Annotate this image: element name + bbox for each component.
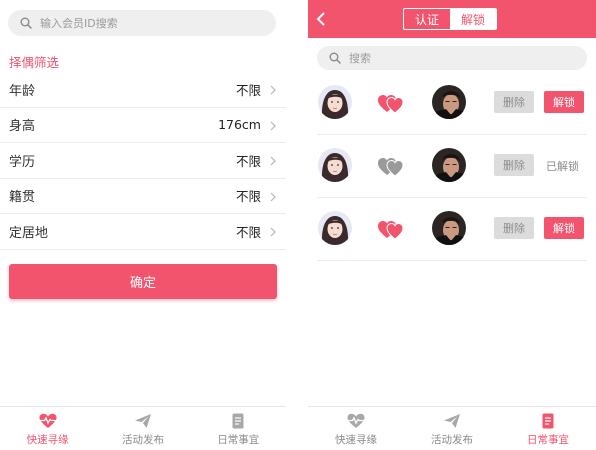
female-avatar[interactable] [318,211,352,245]
chevron-right-icon [270,85,276,95]
tab-label: 快速寻缘 [335,434,377,446]
filter-value: 不限 [235,82,261,98]
tab-quick-match[interactable]: 快速寻缘 [0,407,95,450]
paper-plane-icon [134,414,151,428]
match-row: 删除 解锁 [317,198,587,261]
search-icon [20,17,32,29]
filter-value: 不限 [235,189,261,205]
filter-label: 学历 [9,154,36,170]
match-list: 删除 解锁 删除 已解锁 删除 解锁 [308,72,596,261]
filter-row-hometown[interactable]: 籍贯 不限 [0,179,286,214]
double-heart-icon [378,95,404,114]
delete-button[interactable]: 删除 [494,154,534,176]
unlock-button[interactable]: 解锁 [544,217,584,239]
tab-event-publish[interactable]: 活动发布 [95,407,190,450]
filter-label: 年龄 [9,83,36,99]
unlocked-status: 已解锁 [546,160,579,173]
double-heart-icon [378,221,404,240]
chevron-right-icon [270,156,276,166]
filter-value: 176cm [218,117,261,133]
female-avatar[interactable] [318,85,352,119]
bottom-tab-bar: 快速寻缘 活动发布 日常事宜 [308,406,596,450]
paper-plane-icon [444,414,460,428]
tab-label: 快速寻缘 [26,434,69,446]
chevron-right-icon [270,121,276,130]
tab-event-publish[interactable]: 活动发布 [404,407,500,450]
filter-row-education[interactable]: 学历 不限 [0,143,286,179]
confirm-button[interactable]: 确定 [9,264,277,299]
search-bar[interactable] [317,46,587,70]
member-search-bar[interactable] [8,10,276,36]
filter-label: 身高 [9,119,36,135]
double-heart-icon [378,158,404,177]
note-icon [542,413,554,429]
filter-value: 不限 [235,153,261,169]
tab-label: 日常事宜 [527,434,569,446]
filter-screen: 择偶筛选 年龄 不限 身高 176cm 学历 不限 籍贯 不限 定居地 不限 确… [0,0,286,450]
back-arrow-icon[interactable] [316,12,326,26]
filter-row-height[interactable]: 身高 176cm [0,108,286,143]
segment-unlock[interactable]: 解锁 [450,9,496,29]
delete-button[interactable]: 删除 [494,91,534,113]
filter-row-residence[interactable]: 定居地 不限 [0,214,286,250]
male-avatar[interactable] [432,211,466,245]
segment-verify[interactable]: 认证 [404,9,450,29]
chevron-right-icon [270,192,276,201]
panel-divider [286,0,308,450]
female-avatar[interactable] [318,148,352,182]
match-row: 删除 解锁 [317,72,587,135]
search-input[interactable] [349,51,549,65]
heartbeat-icon [39,413,57,428]
segmented-control: 认证 解锁 [403,8,497,30]
unlock-button[interactable]: 解锁 [544,91,584,113]
tab-label: 活动发布 [431,434,473,446]
filter-row-age[interactable]: 年龄 不限 [0,72,286,108]
search-icon [329,52,341,64]
tab-quick-match[interactable]: 快速寻缘 [308,407,404,450]
filter-value: 不限 [235,224,261,240]
filter-list: 年龄 不限 身高 176cm 学历 不限 籍贯 不限 定居地 不限 [0,72,286,250]
tab-label: 日常事宜 [217,434,260,446]
heartbeat-icon [347,413,365,428]
unlock-screen: 认证 解锁 删除 解锁 删除 [308,0,596,450]
note-icon [232,413,244,429]
chevron-right-icon [270,227,276,237]
tab-daily-affairs[interactable]: 日常事宜 [191,407,286,450]
male-avatar[interactable] [432,148,466,182]
nav-header: 认证 解锁 [308,0,596,38]
filter-label: 籍贯 [9,190,36,206]
male-avatar[interactable] [432,85,466,119]
delete-button[interactable]: 删除 [494,217,534,239]
tab-daily-affairs[interactable]: 日常事宜 [500,407,596,450]
bottom-tab-bar: 快速寻缘 活动发布 日常事宜 [0,406,286,450]
match-row: 删除 已解锁 [317,135,587,198]
member-id-search-input[interactable] [40,16,240,30]
filter-label: 定居地 [9,225,49,241]
tab-label: 活动发布 [121,434,164,446]
section-title: 择偶筛选 [9,55,60,70]
